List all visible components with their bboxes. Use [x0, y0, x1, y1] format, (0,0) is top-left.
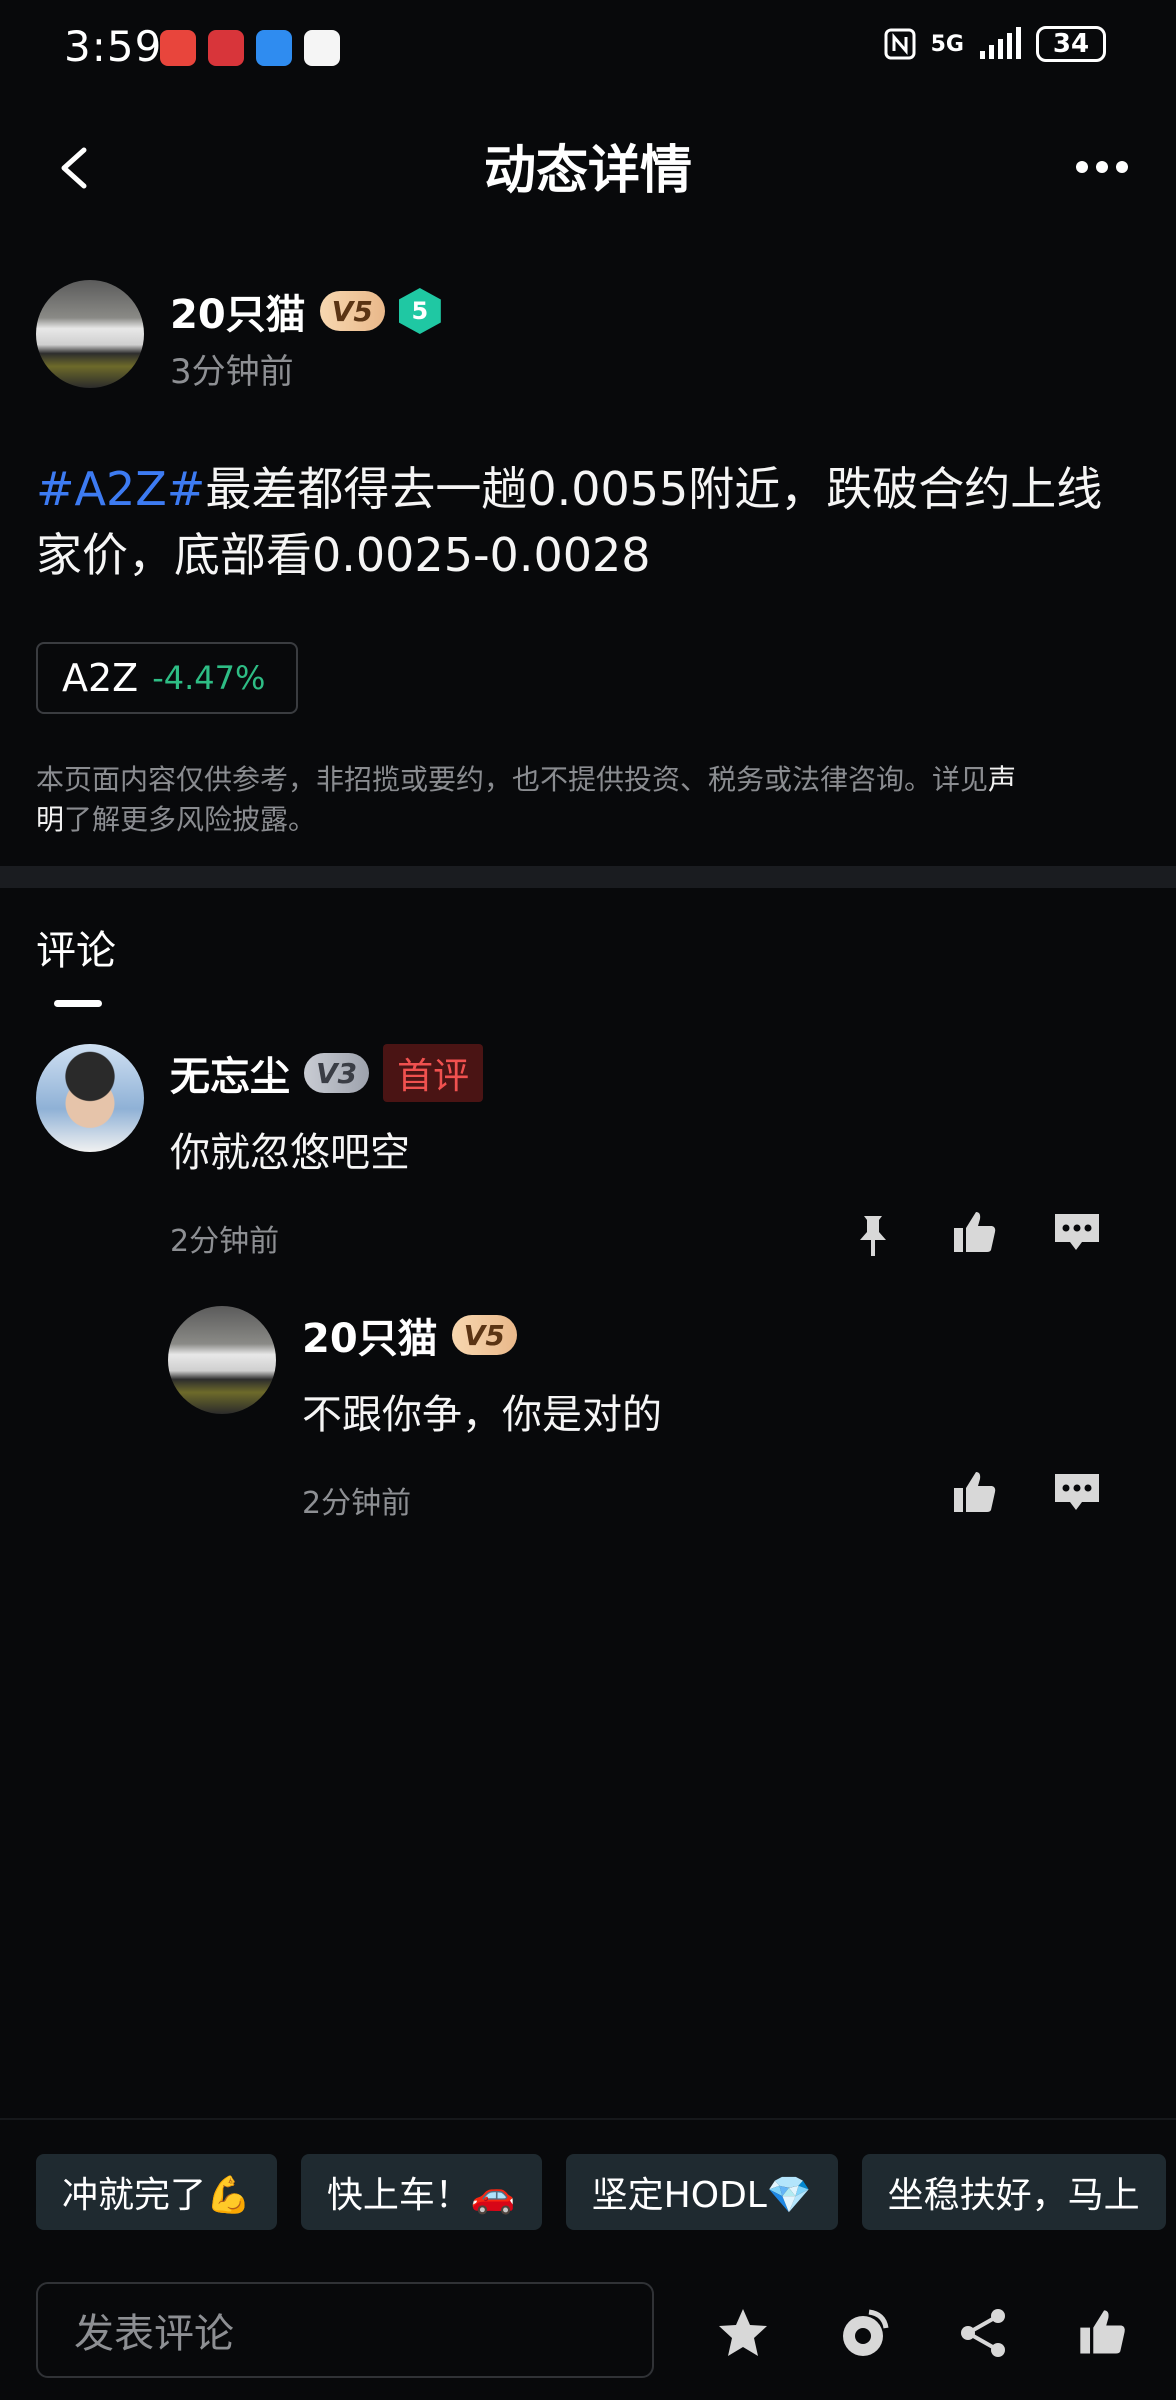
bottom-separator — [0, 2118, 1176, 2120]
reply-time: 2分钟前 — [302, 1486, 412, 1521]
vip-badge: V5 — [319, 291, 385, 331]
quick-reply-chip[interactable]: 快上车！🚗 — [300, 2154, 542, 2230]
network-type: 5G — [930, 31, 964, 57]
level-badge: 5 — [398, 288, 441, 334]
section-divider — [0, 866, 1176, 888]
comments-tab-indicator — [54, 1000, 102, 1007]
disclaimer-text: 本页面内容仅供参考，非招揽或要约，也不提供投资、税务或法律咨询。详见 — [36, 763, 989, 796]
more-options-icon[interactable] — [1076, 150, 1136, 184]
post-text-line2: 家价，底部看0.0025-0.0028 — [36, 528, 651, 582]
disclaimer-tail: 了解更多风险披露。 — [64, 803, 317, 836]
status-time: 3:59 — [64, 22, 163, 71]
post-text-line1: 最差都得去一趟0.0055附近，跌破合约上线 — [205, 462, 1103, 516]
quick-reply-chip[interactable]: 坐稳扶好，马上 — [861, 2154, 1166, 2230]
reply-author-name[interactable]: 20只猫 — [302, 1306, 438, 1364]
disclaimer-link-part2[interactable]: 明 — [36, 803, 64, 836]
first-comment-badge: 首评 — [383, 1044, 484, 1102]
like-icon[interactable] — [1076, 2306, 1130, 2360]
repost-icon[interactable] — [836, 2306, 890, 2360]
comment-time: 2分钟前 — [170, 1224, 280, 1259]
nfc-icon — [884, 28, 916, 60]
reply-header: 20只猫 V5 — [302, 1306, 517, 1364]
quick-reply-chip[interactable]: 冲就完了💪 — [36, 2154, 277, 2230]
status-indicators: 5G 34 — [883, 26, 1106, 62]
reply-icon[interactable] — [1052, 1468, 1102, 1518]
reply-avatar[interactable] — [168, 1306, 276, 1414]
comment-header: 无忘尘 V3 首评 — [170, 1044, 484, 1102]
hashtag-link[interactable]: #A2Z# — [36, 462, 205, 516]
reply-icon[interactable] — [1052, 1208, 1102, 1258]
missed-call-notification-icon — [160, 30, 196, 66]
pin-icon[interactable] — [848, 1210, 898, 1260]
comments-title[interactable]: 评论 — [36, 918, 116, 976]
huawei-notification-icon — [208, 30, 244, 66]
vip-badge: V5 — [451, 1315, 517, 1355]
author-avatar[interactable] — [36, 280, 144, 388]
comment-text: 你就忽悠吧空 — [170, 1130, 410, 1176]
commenter-name[interactable]: 无忘尘 — [170, 1044, 290, 1102]
thumbs-up-icon[interactable] — [950, 1208, 1000, 1258]
message-notification-icon — [256, 30, 292, 66]
coin-name: A2Z — [62, 656, 139, 700]
post-content: #A2Z#最差都得去一趟0.0055附近，跌破合约上线 家价，底部看0.0025… — [36, 456, 1146, 588]
battery-indicator: 34 — [1036, 26, 1106, 62]
reply-text: 不跟你争，你是对的 — [302, 1392, 662, 1438]
star-favorite-icon[interactable] — [716, 2306, 770, 2360]
comment-input[interactable]: 发表评论 — [36, 2282, 654, 2378]
quick-reply-chip[interactable]: 坚定HODL💎 — [565, 2154, 838, 2230]
coin-tag[interactable]: A2Z -4.47% — [36, 642, 298, 714]
commenter-avatar[interactable] — [36, 1044, 144, 1152]
post-time: 3分钟前 — [170, 352, 294, 392]
app-notification-icon — [304, 30, 340, 66]
quick-reply-chips: 冲就完了💪 快上车！🚗 坚定HODL💎 坐稳扶好，马上 — [36, 2154, 1166, 2230]
disclaimer-link-part1[interactable]: 声 — [988, 763, 1016, 796]
author-name[interactable]: 20只猫 — [170, 282, 306, 340]
share-icon[interactable] — [956, 2306, 1010, 2360]
signal-icon — [980, 27, 1021, 59]
author-info: 20只猫 V5 5 — [170, 282, 441, 340]
disclaimer: 本页面内容仅供参考，非招揽或要约，也不提供投资、税务或法律咨询。详见声明了解更多… — [36, 760, 1146, 840]
thumbs-up-icon[interactable] — [950, 1468, 1000, 1518]
page-title: 动态详情 — [483, 141, 692, 201]
coin-change: -4.47% — [152, 659, 266, 697]
vip-badge: V3 — [304, 1053, 370, 1093]
